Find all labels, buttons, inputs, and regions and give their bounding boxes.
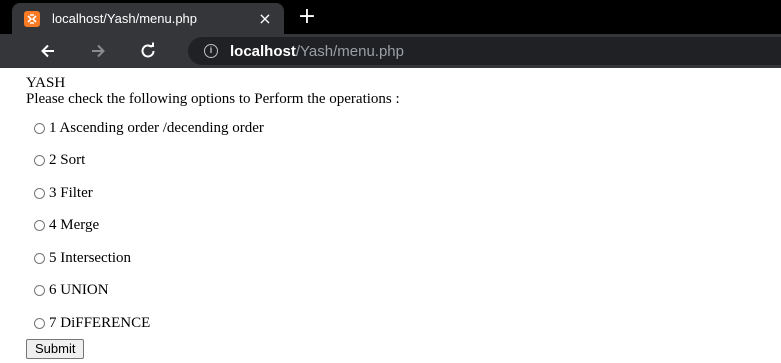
option-label: 6 UNION <box>49 282 109 299</box>
submit-button[interactable]: Submit <box>26 338 85 359</box>
option-intersection[interactable]: 5 Intersection <box>26 242 781 275</box>
new-tab-button[interactable]: + <box>294 5 320 31</box>
options-list: 1 Ascending order /decending order 2 Sor… <box>26 112 781 340</box>
radio-button[interactable] <box>34 155 45 167</box>
option-label: 2 Sort <box>49 152 86 169</box>
option-union[interactable]: 6 UNION <box>26 275 781 308</box>
back-arrow-icon <box>41 44 54 58</box>
option-difference[interactable]: 7 DiFFERENCE <box>26 307 781 340</box>
radio-button[interactable] <box>34 252 45 264</box>
url-path: /Yash/menu.php <box>295 42 404 60</box>
tab-close-icon[interactable]: × <box>256 10 274 27</box>
radio-button[interactable] <box>34 122 45 134</box>
page-title: YASH <box>26 75 66 91</box>
url-host: localhost <box>230 42 296 60</box>
back-button[interactable] <box>36 39 60 63</box>
tab-title: localhost/Yash/menu.php <box>52 11 198 26</box>
tab-strip: localhost/Yash/menu.php × + <box>0 0 781 34</box>
url-text: localhost/Yash/menu.php <box>230 43 404 60</box>
instruction-text: Please check the following options to Pe… <box>26 91 400 107</box>
option-merge[interactable]: 4 Merge <box>26 210 781 243</box>
forward-arrow-icon <box>92 44 105 58</box>
option-label: 3 Filter <box>49 184 93 201</box>
forward-button[interactable] <box>86 39 110 63</box>
radio-button[interactable] <box>34 220 45 232</box>
option-label: 4 Merge <box>49 217 100 234</box>
option-filter[interactable]: 3 Filter <box>26 177 781 210</box>
info-icon[interactable]: i <box>204 44 218 58</box>
option-sort[interactable]: 2 Sort <box>26 145 781 178</box>
option-label: 1 Ascending order /decending order <box>49 119 264 136</box>
option-ascending-descending[interactable]: 1 Ascending order /decending order <box>26 112 781 145</box>
browser-tab[interactable]: localhost/Yash/menu.php × <box>12 3 284 34</box>
radio-button[interactable] <box>34 187 45 199</box>
address-bar[interactable]: i localhost/Yash/menu.php <box>188 37 781 65</box>
page-content: YASH Please check the following options … <box>0 68 781 359</box>
browser-toolbar: i localhost/Yash/menu.php <box>0 34 781 68</box>
reload-icon <box>141 42 155 58</box>
reload-button[interactable] <box>136 39 160 63</box>
option-label: 7 DiFFERENCE <box>49 314 151 331</box>
radio-button[interactable] <box>34 317 45 329</box>
radio-button[interactable] <box>34 285 45 297</box>
xampp-favicon-icon <box>24 10 40 27</box>
option-label: 5 Intersection <box>49 249 132 266</box>
